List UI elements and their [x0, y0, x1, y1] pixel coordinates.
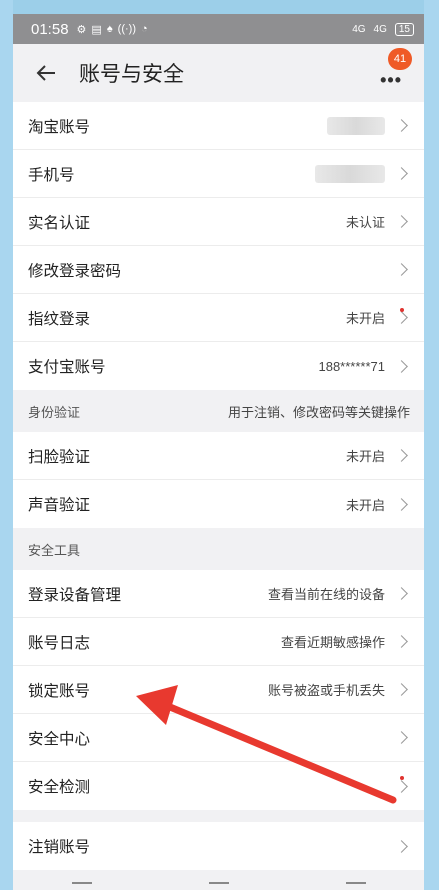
masked-value	[327, 116, 385, 135]
row-value: 未开启	[345, 497, 385, 513]
section-title: 身份验证	[28, 404, 81, 420]
chevron-right-icon	[395, 683, 408, 696]
section-header-identity: 身份验证 用于注销、修改密码等关键操作	[13, 390, 424, 432]
chevron-right-icon	[395, 119, 408, 132]
row-label: 手机号	[28, 166, 75, 184]
status-right: 4G 4G 15	[352, 22, 414, 36]
notification-icon: ♠	[106, 22, 113, 35]
settings-row[interactable]: 指纹登录 未开启	[13, 294, 424, 342]
row-value: 未开启	[345, 311, 385, 326]
row-label: 指纹登录	[28, 310, 91, 328]
cancel-account-row[interactable]: 注销账号	[13, 822, 424, 870]
chevron-right-icon	[395, 359, 408, 373]
notification-icon: ⚙	[76, 23, 87, 36]
more-options-icon[interactable]: •••	[380, 70, 402, 91]
chevron-right-icon	[395, 731, 408, 744]
back-nav-icon[interactable]	[345, 882, 366, 890]
row-label: 安全检测	[28, 779, 91, 796]
row-label: 账号日志	[28, 634, 91, 652]
cancel-account-list: 注销账号	[13, 822, 424, 870]
nfc-icon: ((·))	[117, 22, 136, 35]
battery-icon: 15	[394, 22, 414, 36]
status-time: 01:58	[31, 20, 69, 38]
section-title: 安全工具	[28, 542, 81, 558]
page-title: 账号与安全	[79, 63, 184, 86]
row-label: 支付宝账号	[28, 359, 106, 376]
notification-icon: ▤	[91, 23, 102, 36]
settings-row[interactable]: 手机号	[13, 150, 424, 198]
settings-row[interactable]: 登录设备管理 查看当前在线的设备	[13, 570, 424, 618]
status-bar: 01:58 ⚙ ▤ ♠ ((·)) ◔ 4G 4G 15	[13, 14, 424, 44]
system-nav-bar	[13, 876, 424, 890]
row-label: 锁定账号	[28, 682, 91, 700]
row-label: 修改登录密码	[28, 262, 122, 280]
settings-row[interactable]: 淘宝账号	[13, 102, 424, 150]
status-icons: ⚙ ▤ ♠ ((·)) ◔	[77, 23, 148, 36]
signal-icon: 4G	[352, 23, 366, 35]
identity-verification-list: 扫脸验证 未开启 声音验证 未开启	[13, 432, 424, 528]
account-settings-list: 淘宝账号手机号实名认证 未认证修改登录密码 指纹登录 未开启支付宝账号 188*****…	[13, 102, 424, 390]
chevron-right-icon	[395, 449, 408, 462]
chevron-right-icon	[395, 635, 408, 648]
home-nav-icon[interactable]	[208, 882, 229, 890]
clock-icon: ◔	[141, 22, 148, 35]
settings-row[interactable]: 修改登录密码	[13, 246, 424, 294]
chevron-right-icon	[395, 839, 408, 853]
row-value: 账号被盗或手机丢失	[267, 683, 385, 698]
row-value: 188******71	[318, 358, 385, 374]
settings-row[interactable]: 账号日志 查看近期敏感操作	[13, 618, 424, 666]
phone-screen: 01:58 ⚙ ▤ ♠ ((·)) ◔ 4G 4G 15 账号与安全 ••• 4…	[13, 0, 424, 890]
chevron-right-icon	[395, 263, 408, 276]
settings-row[interactable]: 实名认证 未认证	[13, 198, 424, 246]
red-dot-badge	[400, 776, 404, 780]
row-label: 安全中心	[28, 730, 91, 748]
masked-value	[315, 164, 385, 183]
row-value: 未认证	[345, 215, 385, 230]
signal-icon: 4G	[373, 23, 387, 35]
settings-row[interactable]: 支付宝账号 188******71	[13, 342, 424, 390]
section-hint: 用于注销、修改密码等关键操作	[227, 404, 410, 420]
row-value: 未开启	[345, 449, 385, 464]
row-label: 淘宝账号	[28, 118, 91, 136]
row-label: 注销账号	[28, 839, 91, 856]
chevron-right-icon	[395, 311, 408, 324]
chevron-right-icon	[395, 215, 408, 228]
row-label: 实名认证	[28, 214, 91, 232]
row-value: 查看近期敏感操作	[280, 635, 385, 650]
settings-row[interactable]: 安全中心	[13, 714, 424, 762]
settings-row[interactable]: 扫脸验证 未开启	[13, 432, 424, 480]
settings-row[interactable]: 安全检测	[13, 762, 424, 810]
settings-row[interactable]: 声音验证 未开启	[13, 480, 424, 528]
arrow-left-icon	[36, 65, 55, 81]
menu-nav-icon[interactable]	[71, 882, 92, 890]
security-tools-list: 登录设备管理 查看当前在线的设备账号日志 查看近期敏感操作锁定账号 账号被盗或手机丢失…	[13, 570, 424, 810]
message-badge: 41	[388, 48, 412, 70]
settings-row[interactable]: 锁定账号 账号被盗或手机丢失	[13, 666, 424, 714]
chevron-right-icon	[395, 167, 408, 180]
red-dot-badge	[400, 308, 404, 312]
row-label: 登录设备管理	[28, 586, 122, 604]
chevron-right-icon	[395, 779, 408, 793]
row-value: 查看当前在线的设备	[267, 587, 385, 602]
chevron-right-icon	[395, 587, 408, 600]
row-label: 声音验证	[28, 497, 91, 514]
back-button[interactable]	[35, 62, 57, 84]
app-bar: 账号与安全 ••• 41	[13, 44, 424, 102]
chevron-right-icon	[395, 497, 408, 511]
row-label: 扫脸验证	[28, 448, 91, 466]
section-header-tools: 安全工具	[13, 528, 424, 570]
